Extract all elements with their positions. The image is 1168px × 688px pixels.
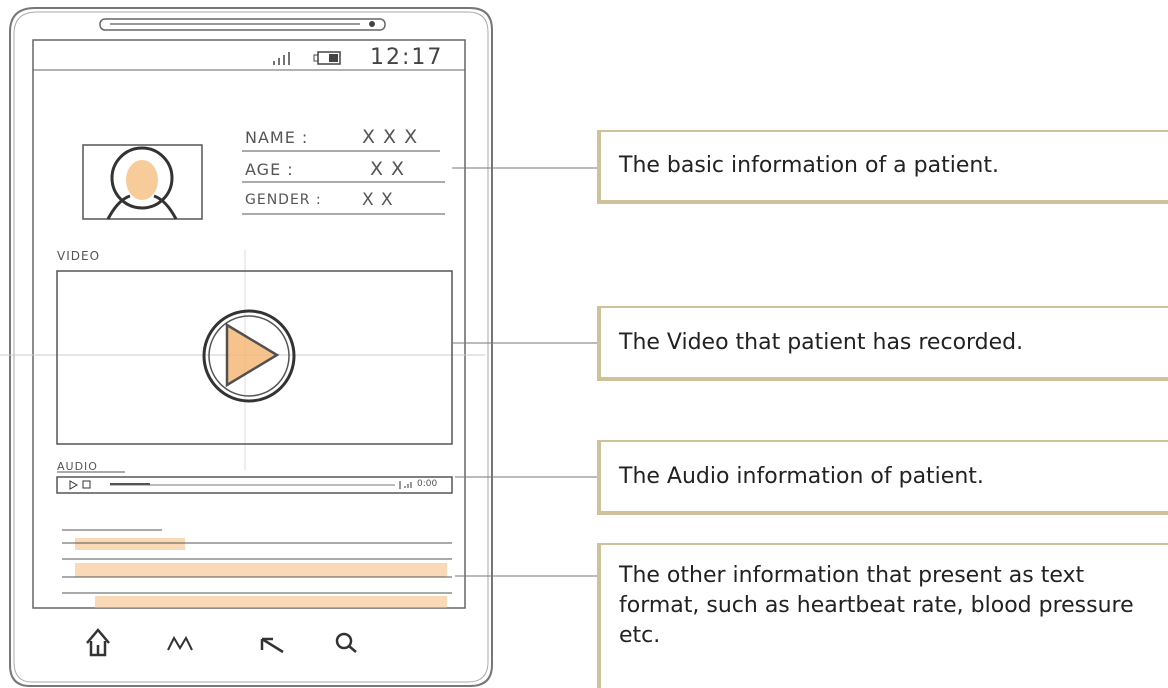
audio-stop-icon[interactable] [82,480,91,489]
name-value: X X X [362,126,419,148]
callout-text: The Audio information of patient. [619,463,984,489]
signal-icon [273,52,290,65]
name-label: NAME : [245,128,309,147]
audio-volume-icon[interactable] [404,482,412,488]
avatar [106,146,178,220]
search-icon[interactable] [335,632,357,653]
callout-text: The other information that present as te… [619,563,1134,648]
audio-label: AUDIO [57,460,98,473]
callout-basic-info: The basic information of a patient. [597,130,1168,204]
audio-play-icon[interactable] [69,480,79,490]
audio-time: 0:00 [417,479,438,489]
text-info-area [62,529,452,608]
home-icon[interactable] [86,628,110,657]
callout-text: The Video that patient has recorded. [619,329,1024,355]
gender-value: X X [362,190,394,210]
battery-icon [313,51,341,65]
callout-audio: The Audio information of patient. [597,440,1168,515]
callout-text: The basic information of a patient. [619,153,999,178]
play-icon[interactable] [202,309,296,403]
age-value: X X [370,158,406,180]
callout-video: The Video that patient has recorded. [597,306,1168,381]
callout-other-info: The other information that present as te… [597,543,1168,688]
chart-icon[interactable] [167,635,193,651]
gender-label: GENDER : [245,192,322,208]
back-icon[interactable] [260,637,284,654]
status-time: 12:17 [370,45,444,70]
video-label: VIDEO [57,249,101,263]
age-label: AGE : [245,160,294,179]
